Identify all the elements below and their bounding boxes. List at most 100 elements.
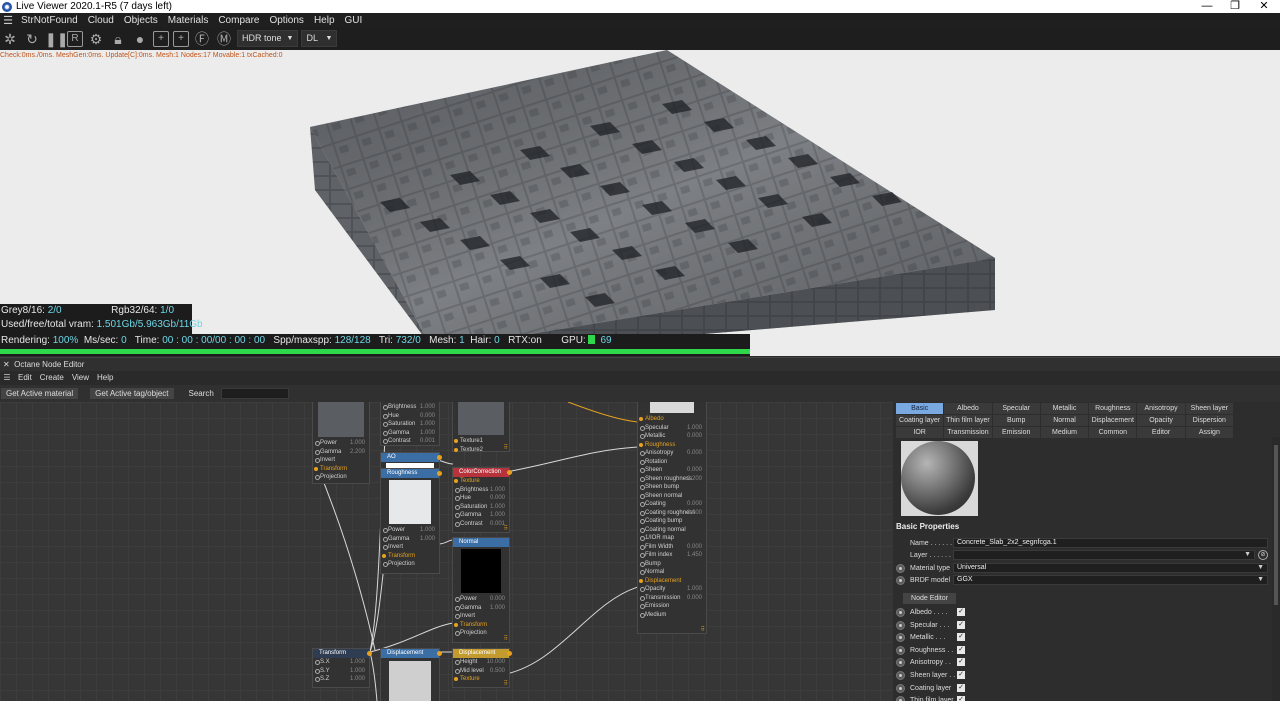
close-icon[interactable]: ✕	[1250, 0, 1278, 13]
pin-texture[interactable]: Texture	[453, 477, 509, 486]
pin-invert[interactable]: Invert	[313, 456, 369, 465]
film-icon[interactable]: Ⓕ	[193, 30, 211, 48]
brdf-radio[interactable]	[896, 576, 905, 585]
pin-brightness[interactable]: Brightness 1.000	[453, 486, 509, 495]
pin-brightness[interactable]: Brightness 1.000	[381, 403, 439, 412]
pin-value[interactable]: 1.000	[490, 503, 505, 512]
pin-specular[interactable]: Specular 1.000	[638, 424, 706, 433]
render-viewport[interactable]: Check:0ms./0ms. MeshGen:0ms. Update[C]:0…	[0, 50, 1280, 356]
pin-hue[interactable]: Hue 0.000	[381, 412, 439, 421]
pin-transmission[interactable]: Transmission 0.000	[638, 594, 706, 603]
pin-transform[interactable]: Transform	[453, 621, 509, 630]
channel-radio[interactable]	[896, 645, 905, 655]
pin-s-z[interactable]: S.Z 1.000	[313, 675, 369, 684]
pin-film-index[interactable]: Film index 1.450	[638, 551, 706, 560]
color-correction-node-top[interactable]: Brightness 1.000 Hue 0.000 Saturation 1.000 Ga…	[380, 402, 440, 446]
pin-value[interactable]: 0.000	[490, 494, 505, 503]
pin-value[interactable]: 0.000	[420, 412, 435, 421]
pin-value[interactable]: 1.000	[687, 585, 702, 594]
pin-metallic[interactable]: Metallic 0.000	[638, 432, 706, 441]
tab-normal[interactable]: Normal	[1040, 415, 1089, 426]
channel-radio[interactable]	[896, 671, 905, 680]
get-active-tag-button[interactable]: Get Active tag/object	[90, 388, 174, 399]
pin-bump[interactable]: Bump	[638, 560, 706, 569]
displacement-node[interactable]: Displacement Height 10.000 Mid level 0.500 T…	[452, 648, 512, 688]
tab-ior[interactable]: IOR	[896, 427, 944, 438]
mask-icon[interactable]: Ⓜ	[215, 30, 233, 48]
displacement-texture-node[interactable]: Displacement	[380, 648, 442, 701]
pin-value[interactable]: 1.000	[420, 403, 435, 412]
add-layer-icon[interactable]: +	[173, 30, 189, 47]
pin-opacity[interactable]: Opacity 1.000	[638, 585, 706, 594]
pin-transform[interactable]: Transform	[313, 465, 369, 474]
pin-value[interactable]: 1.000	[350, 675, 365, 684]
pin-saturation[interactable]: Saturation 1.000	[381, 420, 439, 429]
channel-checkbox[interactable]: ✓	[957, 683, 965, 692]
pin-rotation[interactable]: Rotation	[638, 458, 706, 467]
pin-gamma[interactable]: Gamma 2.200	[313, 448, 369, 457]
menu-gui[interactable]: GUI	[340, 15, 368, 26]
pin-projection[interactable]: Projection	[381, 560, 439, 569]
properties-scrollbar[interactable]	[1272, 437, 1280, 701]
pin-height[interactable]: Height 10.000	[453, 658, 509, 667]
render-region-icon[interactable]: R	[67, 30, 83, 47]
pin-s-y[interactable]: S.Y 1.000	[313, 667, 369, 676]
mix-texture-node[interactable]: Texture1 Texture2 ⠿	[452, 402, 510, 455]
pin-1-ior-map[interactable]: 1/IOR map	[638, 534, 706, 543]
tab-bump[interactable]: Bump	[992, 415, 1040, 426]
pin-normal[interactable]: Normal	[638, 568, 706, 577]
pin-value[interactable]: 0.000	[687, 509, 702, 518]
node-editor-hamburger-icon[interactable]: ☰	[0, 371, 14, 385]
pin-contrast[interactable]: Contrast 0.001	[453, 520, 509, 529]
pin-coating[interactable]: Coating 0.000	[638, 500, 706, 509]
pin-medium[interactable]: Medium	[638, 611, 706, 620]
pin-displacement[interactable]: Displacement	[638, 577, 706, 586]
pin-invert[interactable]: Invert	[453, 612, 509, 621]
pin-value[interactable]: 1.000	[420, 429, 435, 438]
channel-radio[interactable]	[896, 658, 905, 668]
pin-texture[interactable]: Texture	[453, 675, 509, 684]
pin-contrast[interactable]: Contrast 0.001	[381, 437, 439, 446]
tab-dispersion[interactable]: Dispersion	[1185, 415, 1233, 426]
tab-emission[interactable]: Emission	[992, 427, 1040, 438]
tab-basic[interactable]: Basic	[896, 403, 944, 414]
tab-specular[interactable]: Specular	[992, 403, 1040, 414]
brdf-select[interactable]: GGX ▼	[953, 575, 1268, 585]
tab-thin-film-layer[interactable]: Thin film layer	[944, 415, 992, 426]
pin-sheen-roughness[interactable]: Sheen roughness 0.200	[638, 475, 706, 484]
minimize-icon[interactable]: —	[1193, 0, 1221, 13]
pin-value[interactable]: 0.000	[687, 449, 702, 458]
node-search-input[interactable]	[220, 388, 289, 399]
pin-power[interactable]: Power 0.000	[453, 595, 509, 604]
pin-value[interactable]: 0.001	[420, 437, 435, 446]
node-editor-button[interactable]: Node Editor	[903, 593, 956, 604]
pin-hue[interactable]: Hue 0.000	[453, 494, 509, 503]
tone-mapping-select[interactable]: HDR tone ▼	[237, 30, 299, 47]
hamburger-menu-icon[interactable]: ☰	[0, 14, 16, 27]
pin-albedo[interactable]: Albedo	[638, 415, 706, 424]
menu-cloud[interactable]: Cloud	[83, 15, 119, 26]
channel-checkbox[interactable]: ✓	[957, 645, 965, 654]
menu-options[interactable]: Options	[264, 15, 308, 26]
pin-s-x[interactable]: S.X 1.000	[313, 658, 369, 667]
pin-gamma[interactable]: Gamma 1.000	[381, 535, 439, 544]
ne-menu-help[interactable]: Help	[93, 371, 117, 385]
pin-saturation[interactable]: Saturation 1.000	[453, 503, 509, 512]
image-texture-node[interactable]: Power 1.000 Gamma 2.200 Invert Transform Proje…	[312, 402, 370, 484]
menu-objects[interactable]: Objects	[119, 15, 163, 26]
pin-coating-normal[interactable]: Coating normal	[638, 526, 706, 535]
channel-checkbox[interactable]: ✓	[957, 633, 965, 642]
channel-radio[interactable]	[896, 683, 905, 693]
material-type-select[interactable]: Universal ▼	[953, 563, 1268, 573]
pin-value[interactable]: 0.000	[687, 594, 702, 603]
kernel-select[interactable]: DL ▼	[301, 30, 338, 47]
pin-power[interactable]: Power 1.000	[313, 439, 369, 448]
pin-gamma[interactable]: Gamma 1.000	[453, 511, 509, 520]
texture2-pin[interactable]: Texture2	[453, 446, 509, 455]
get-active-material-button[interactable]: Get Active material	[1, 388, 79, 399]
restart-icon[interactable]: ↻	[23, 30, 41, 48]
pin-projection[interactable]: Projection	[313, 473, 369, 482]
name-field[interactable]: Concrete_Slab_2x2_segnfcga.1	[953, 538, 1268, 548]
pin-value[interactable]: 1.000	[350, 439, 365, 448]
node-canvas[interactable]: Power 1.000 Gamma 2.200 Invert Transform Proje…	[0, 402, 893, 701]
